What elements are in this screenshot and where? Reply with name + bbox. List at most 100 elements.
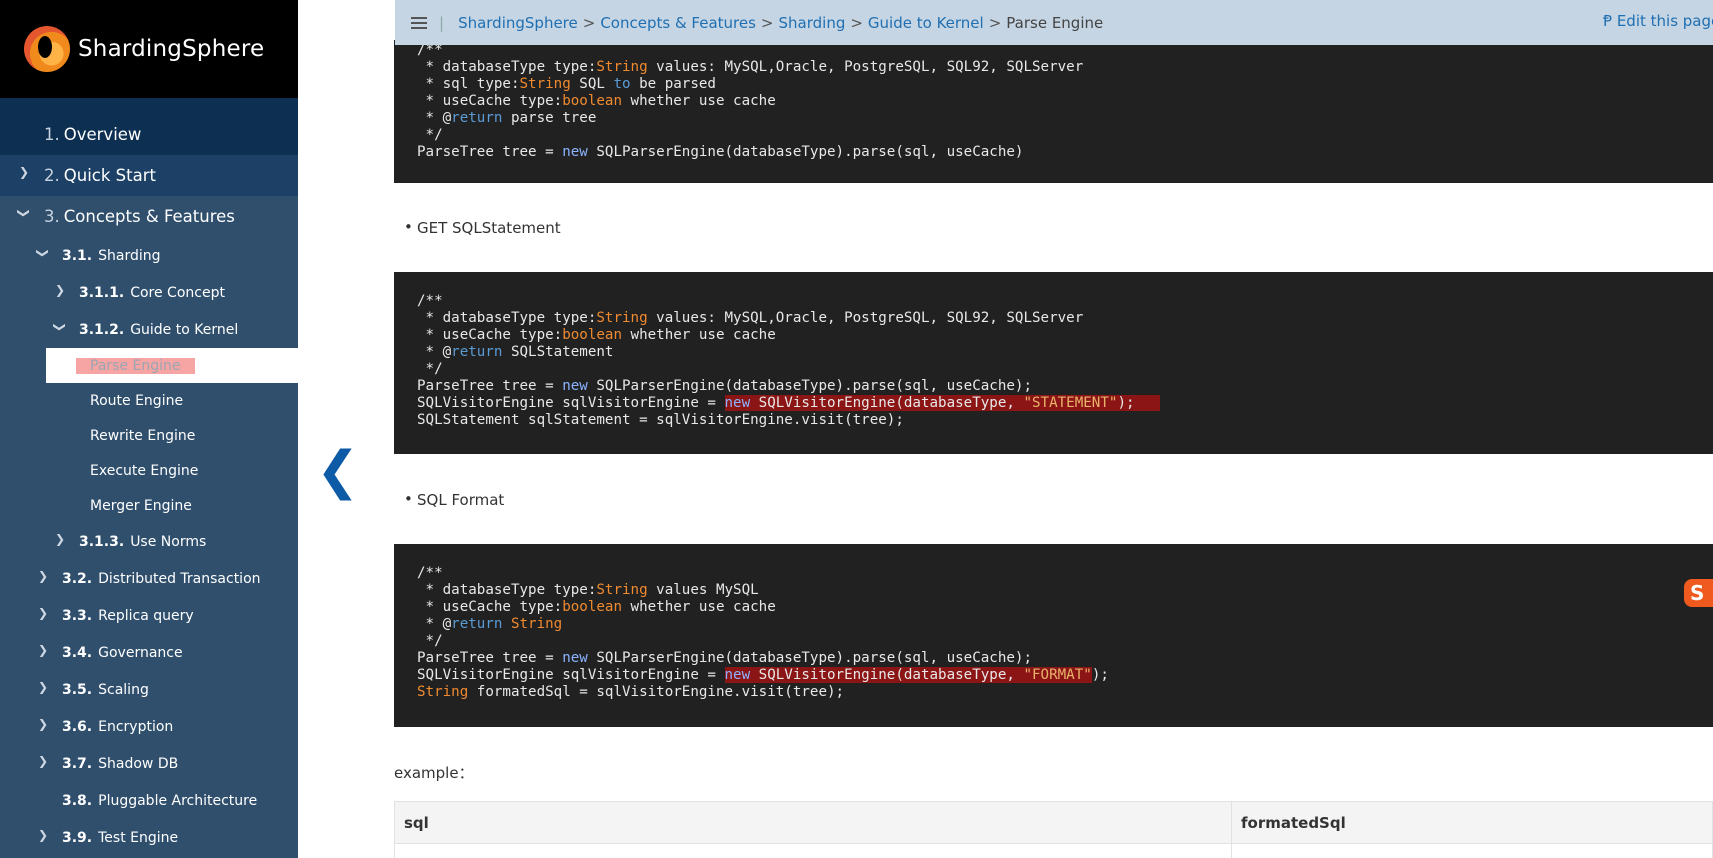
sidebar-item-label: Overview [63,125,142,144]
code-text: ); [1091,667,1109,683]
breadcrumb-link-sharding[interactable]: Sharding [779,14,846,32]
code-text: * @ [417,110,452,126]
code-text: ParseTree tree = [417,650,563,666]
sidebar-item-scaling[interactable]: ❯ 3.5. Scaling [0,671,298,708]
code-text: values: MySQL,Oracle, PostgreSQL, SQL92,… [647,59,1084,75]
sidebar-item-label: Rewrite Engine [90,427,196,444]
sidebar-item-use-norms[interactable]: ❯ 3.1.3. Use Norms [0,523,298,560]
breadcrumb-link-guide-to-kernel[interactable]: Guide to Kernel [868,14,984,32]
sidebar-item-guide-to-kernel[interactable]: ❯ 3.1.2. Guide to Kernel [0,311,298,348]
code-line: String formatedSql = sqlVisitorEngine.vi… [417,684,844,700]
code-line: * useCache type:boolean whether use cach… [417,327,776,343]
code-line: /** [417,565,443,581]
sidebar-item-label: Concepts & Features [63,207,235,226]
sidebar-item-label: Guide to Kernel [130,321,239,338]
code-line: * @return String [417,616,563,632]
code-type: String [596,582,648,598]
breadcrumb-separator: > [988,13,1002,32]
sidebar-item-governance[interactable]: ❯ 3.4. Governance [0,634,298,671]
code-type: String [510,616,563,632]
sidebar-item-route-engine[interactable]: Route Engine [0,383,298,418]
code-type: boolean [562,93,623,109]
sidebar-item-label: Test Engine [98,829,179,846]
code-keyword: to [613,76,631,92]
sidebar-item-shadow-db[interactable]: ❯ 3.7. Shadow DB [0,745,298,782]
sidebar-item-label: Shadow DB [98,755,179,772]
sidebar-item-encryption[interactable]: ❯ 3.6. Encryption [0,708,298,745]
code-line: * sql type:String SQL to be parsed [417,76,716,92]
table-cell [394,843,1232,858]
code-line: * useCache type:boolean whether use cach… [417,93,776,109]
sidebar-item-num: 3.9. [62,829,93,846]
sogou-icon[interactable]: S [1684,579,1713,607]
code-text: whether use cache [622,93,776,109]
sidebar-item-num: 3.1. [62,247,93,264]
table-header-row: sql formatedSql [394,801,1713,844]
sidebar-item-num: 3.4. [62,644,93,661]
sidebar-item-merger-engine[interactable]: Merger Engine [0,488,298,523]
sidebar-item-execute-engine[interactable]: Execute Engine [0,453,298,488]
sidebar-item-num: 3.1.1. [79,284,125,301]
code-text: * databaseType type: [417,582,597,598]
sidebar-item-parse-engine[interactable]: Parse Engine [46,348,298,383]
breadcrumb-link-shardingsphere[interactable]: ShardingSphere [458,14,578,32]
logo[interactable]: ShardingSphere [0,0,298,98]
chevron-right-icon: ❯ [55,532,66,546]
code-text: SQLVisitorEngine(databaseType, [750,395,1024,411]
code-block-parse-tree: /** * databaseType type:String values: M… [394,40,1713,183]
sidebar-item-quick-start[interactable]: ❯ 2. Quick Start [0,155,298,196]
code-line: ParseTree tree = new SQLParserEngine(dat… [417,650,1032,666]
code-line: * useCache type:boolean whether use cach… [417,599,776,615]
code-text: * databaseType type: [417,59,597,75]
code-text: SQLParserEngine(databaseType).parse(sql,… [587,144,1024,160]
sidebar-item-num: 3.2. [62,570,93,587]
back-arrow-icon[interactable]: ❮ [316,445,360,497]
code-keyword: return [451,110,503,126]
code-keyword: return [451,616,503,632]
menu-icon[interactable] [411,16,427,29]
code-text: SQLParserEngine(databaseType).parse(sql,… [587,378,1033,394]
code-text: * databaseType type: [417,310,597,326]
sidebar-item-sharding[interactable]: ❯ 3.1. Sharding [0,237,298,274]
code-text: parse tree [502,110,597,126]
sidebar-item-label: Merger Engine [90,497,192,514]
code-highlight: new SQLVisitorEngine(databaseType, "STAT… [724,395,1161,411]
sidebar-item-num: 3.7. [62,755,93,772]
sidebar-item-replica-query[interactable]: ❯ 3.3. Replica query [0,597,298,634]
code-keyword: new [562,650,588,666]
code-keyword: return [451,344,503,360]
sidebar-item-num: 3.1.3. [79,533,125,550]
sidebar-item-label: Scaling [98,681,149,698]
code-text: ParseTree tree = [417,144,563,160]
sidebar-item-concepts-features[interactable]: ❯ 3. Concepts & Features [0,196,298,237]
code-type: boolean [562,599,623,615]
code-text: SQL [570,76,614,92]
sidebar-item-rewrite-engine[interactable]: Rewrite Engine [0,418,298,453]
divider: | [439,13,445,32]
sidebar-item-distributed-transaction[interactable]: ❯ 3.2. Distributed Transaction [0,560,298,597]
sidebar-item-label: Use Norms [130,533,207,550]
code-text: * @ [417,616,452,632]
breadcrumb-link-concepts-features[interactable]: Concepts & Features [600,14,756,32]
sidebar-item-num: 3.1.2. [79,321,125,338]
code-text: formatedSql = sqlVisitorEngine.visit(tre… [468,684,845,700]
nav-top-group: 1. Overview [0,98,298,155]
code-text: SQLStatement [502,344,614,360]
sidebar-item-core-concept[interactable]: ❯ 3.1.1. Core Concept [0,274,298,311]
sidebar-item-pluggable-architecture[interactable]: 3.8. Pluggable Architecture [0,782,298,819]
sidebar-item-test-engine[interactable]: ❯ 3.9. Test Engine [0,819,298,856]
code-line: */ [417,127,443,143]
code-line: */ [417,361,443,377]
sidebar-item-label: Route Engine [90,392,184,409]
edit-page-link[interactable]: Ᵽ Edit this page [1603,12,1713,30]
code-text: ParseTree tree = [417,378,563,394]
chevron-down-icon: ❯ [17,207,32,219]
chevron-right-icon: ❯ [38,606,49,620]
chevron-right-icon: ❯ [38,643,49,657]
code-line: SQLStatement sqlStatement = sqlVisitorEn… [417,412,904,428]
sidebar-item-overview[interactable]: 1. Overview [0,114,298,155]
code-type: String [417,684,469,700]
example-label: example： [394,764,474,782]
code-line: ParseTree tree = new SQLParserEngine(dat… [417,144,1023,160]
sidebar-item-num: 1. [44,125,60,144]
